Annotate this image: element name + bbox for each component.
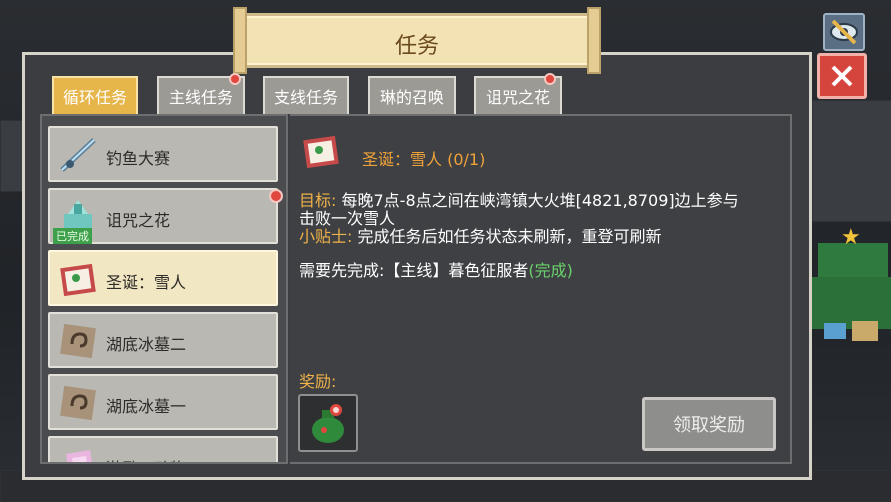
- reward-item-slot[interactable]: [298, 394, 358, 452]
- quest-title: 圣诞：雪人 (0/1): [362, 150, 486, 169]
- list-item[interactable]: 已完成 诅咒之花: [48, 188, 278, 244]
- tab-label: 诅咒之花: [485, 88, 550, 107]
- close-icon: [831, 65, 853, 87]
- quest-label: 激励：动物: [106, 455, 186, 462]
- quest-tip: 小贴士: 完成任务后如任务状态未刷新，重登可刷新: [299, 228, 662, 246]
- rune-stone-icon: [60, 323, 96, 359]
- star-icon: ★: [841, 225, 861, 250]
- quest-label: 圣诞：雪人: [106, 273, 187, 292]
- reward-label: 奖励:: [299, 372, 337, 391]
- goal-text: 每晚7点-8点之间在峡湾镇大火堆[4821,8709]边上参与: [336, 191, 739, 210]
- completed-badge: 已完成: [53, 228, 92, 244]
- prereq-text: 需要先完成:【主线】暮色征服者: [299, 261, 529, 280]
- tab-side-quests[interactable]: 支线任务: [263, 76, 349, 114]
- list-item[interactable]: 湖底冰墓二: [48, 312, 278, 368]
- prereq-status: (完成): [528, 261, 573, 280]
- quest-label: 湖底冰墓一: [106, 397, 187, 416]
- quest-label: 钓鱼大赛: [106, 149, 171, 168]
- tip-label: 小贴士:: [299, 227, 353, 246]
- list-item[interactable]: 钓鱼大赛: [48, 126, 278, 182]
- tip-text: 完成任务后如任务状态未刷新，重登可刷新: [352, 227, 662, 246]
- tab-label: 主线任务: [168, 88, 233, 107]
- christmas-card-icon: [60, 263, 96, 297]
- quest-label: 湖底冰墓二: [106, 335, 187, 354]
- background-block: [812, 100, 891, 222]
- title-banner: 任务: [233, 7, 601, 74]
- list-item[interactable]: 激励：动物: [48, 436, 278, 462]
- notification-dot: [269, 189, 283, 203]
- close-button[interactable]: [817, 53, 867, 99]
- tab-lin-summon[interactable]: 琳的召唤: [368, 76, 456, 114]
- notification-dot: [229, 73, 241, 85]
- rune-stone-icon: [60, 385, 96, 421]
- quest-label: 诅咒之花: [106, 211, 171, 230]
- tab-label: 琳的召唤: [379, 88, 444, 107]
- goal-label: 目标:: [299, 191, 337, 210]
- list-item[interactable]: 湖底冰墓一: [48, 374, 278, 430]
- claim-reward-button[interactable]: 领取奖励: [642, 397, 776, 451]
- fishing-rod-icon: [60, 138, 96, 172]
- quest-goal: 目标: 每晚7点-8点之间在峡湾镇大火堆[4821,8709]边上参与 击败一次…: [299, 192, 789, 228]
- background-block: [0, 120, 24, 192]
- quest-list[interactable]: 钓鱼大赛 已完成 诅咒之花 圣诞：雪人 湖底冰墓二 湖底冰墓一: [40, 114, 288, 464]
- christmas-card-icon: [303, 135, 339, 169]
- list-item[interactable]: 圣诞：雪人: [48, 250, 278, 306]
- eye-icon: [830, 19, 858, 45]
- quest-prerequisite: 需要先完成:【主线】暮色征服者(完成): [299, 262, 573, 280]
- pink-crystal-icon: [66, 450, 92, 462]
- view-toggle-button[interactable]: [823, 13, 865, 51]
- notification-dot: [544, 73, 556, 85]
- tab-label: 循环任务: [62, 88, 127, 107]
- gift-bag-icon: [312, 404, 344, 443]
- tab-label: 支线任务: [273, 88, 338, 107]
- tab-cycle-quests[interactable]: 循环任务: [52, 76, 138, 114]
- page-title: 任务: [394, 34, 439, 59]
- goal-text-line2: 击败一次雪人: [299, 209, 396, 228]
